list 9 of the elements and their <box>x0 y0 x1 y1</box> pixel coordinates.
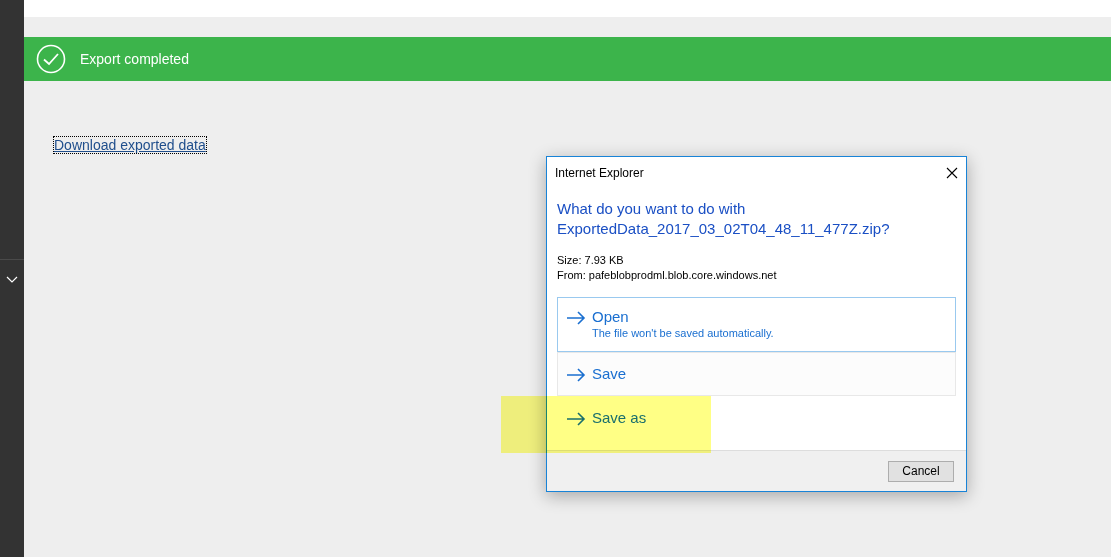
dialog-title: Internet Explorer <box>555 165 644 182</box>
download-link[interactable]: Download exported data <box>54 137 206 153</box>
file-detail: From: pafeblobprodml.blob.core.windows.net <box>557 268 778 283</box>
cancel-button[interactable]: Cancel <box>888 460 954 482</box>
option-button[interactable]: Save <box>557 352 956 396</box>
banner-message: Export completed <box>80 49 189 69</box>
dialog-question: What do you want to do with ExportedData_2017_03_02T04_48_11_477Z.zip? <box>557 199 891 239</box>
option-button[interactable]: Open The file won't be saved automatically. <box>557 297 956 352</box>
file-detail: Size: 7.93 KB <box>557 253 625 268</box>
